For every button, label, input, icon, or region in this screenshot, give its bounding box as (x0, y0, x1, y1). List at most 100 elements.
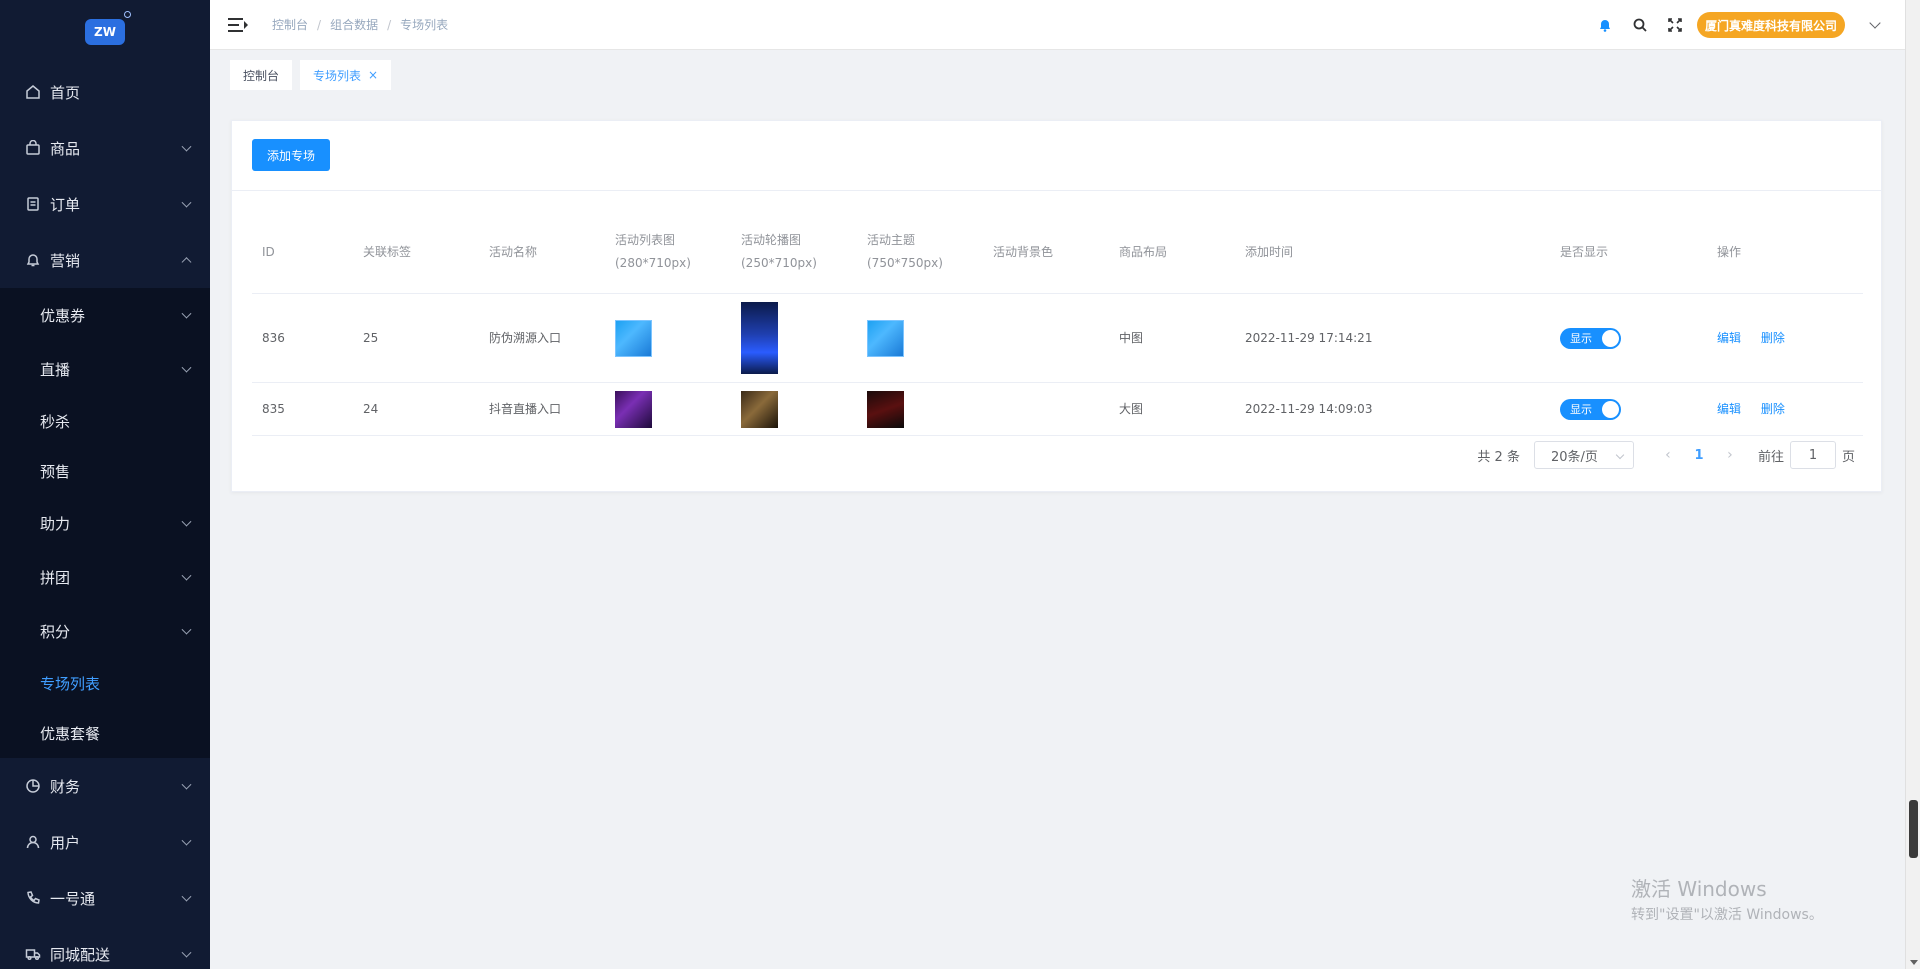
sidebar-item-users[interactable]: 用户 (0, 814, 210, 870)
scroll-down-icon[interactable] (1910, 960, 1918, 965)
notification-bell-icon[interactable] (1595, 15, 1615, 35)
scrollbar-handle[interactable] (1909, 800, 1918, 858)
watermark-title: 激活 Windows (1631, 877, 1767, 901)
delete-link[interactable]: 删除 (1761, 402, 1785, 416)
sidebar-item-label: 助力 (40, 514, 71, 533)
sidebar-item-goods[interactable]: 商品 (0, 120, 210, 176)
sidebar-item-label: 订单 (50, 195, 81, 214)
document-icon (24, 195, 42, 213)
toggle-label: 显示 (1570, 402, 1592, 416)
chevron-down-icon (181, 835, 192, 846)
chevron-down-icon[interactable] (1869, 17, 1881, 29)
sidebar: ZW 首页 商品 订单 营销 优惠券 直播 秒杀 预售 助力 拼团 积分 专场列… (0, 0, 210, 969)
logo[interactable]: ZW (0, 0, 210, 64)
breadcrumb-separator: / (387, 17, 392, 32)
header-actions: 厦门真难度科技有限公司 (1580, 0, 1905, 50)
sidebar-item-assist[interactable]: 助力 (0, 496, 210, 550)
list-image-thumbnail[interactable] (615, 390, 652, 428)
column-header: 活动列表图(280*710px) (615, 233, 691, 270)
logo-badge[interactable]: ZW (85, 11, 131, 45)
fullscreen-icon[interactable] (1665, 15, 1685, 35)
show-toggle[interactable]: 显示 (1560, 327, 1621, 349)
toggle-label: 显示 (1570, 331, 1592, 345)
theme-image-thumbnail[interactable] (867, 390, 904, 428)
list-image-thumbnail[interactable] (615, 319, 652, 357)
carousel-image-thumbnail[interactable] (741, 302, 778, 374)
sidebar-item-yihaotong[interactable]: 一号通 (0, 870, 210, 926)
sidebar-item-presale[interactable]: 预售 (0, 446, 210, 496)
sidebar-item-label: 用户 (50, 833, 81, 852)
sidebar-item-orders[interactable]: 订单 (0, 176, 210, 232)
user-icon (24, 833, 42, 851)
chevron-down-icon (181, 516, 192, 527)
cell-carousel-image (731, 390, 857, 428)
close-icon[interactable]: × (368, 68, 378, 82)
sidebar-item-label: 首页 (50, 83, 81, 102)
menu-toggle-icon[interactable] (228, 17, 248, 33)
sidebar-item-label: 预售 (40, 462, 71, 481)
page-number[interactable]: 1 (1682, 448, 1716, 463)
breadcrumb-item[interactable]: 控制台 (272, 16, 308, 33)
sidebar-item-package[interactable]: 优惠套餐 (0, 708, 210, 758)
sidebar-item-label: 同城配送 (50, 945, 111, 964)
watermark-subtitle: 转到"设置"以激活 Windows。 (1631, 907, 1823, 923)
sidebar-item-label: 优惠套餐 (40, 724, 101, 743)
breadcrumb-item-current: 专场列表 (400, 18, 449, 32)
show-toggle[interactable]: 显示 (1560, 398, 1621, 420)
tag-dashboard[interactable]: 控制台 (230, 60, 293, 90)
sidebar-item-live[interactable]: 直播 (0, 342, 210, 396)
bell-icon (24, 251, 42, 269)
goto-page-input[interactable] (1789, 441, 1836, 469)
delete-link[interactable]: 删除 (1761, 331, 1785, 345)
tag-label: 控制台 (243, 68, 280, 83)
sidebar-item-delivery[interactable]: 同城配送 (0, 926, 210, 969)
cell-tag: 24 (363, 401, 379, 416)
home-icon (24, 83, 42, 101)
sidebar-item-label: 财务 (50, 777, 81, 796)
chevron-down-icon (181, 779, 192, 790)
sidebar-item-home[interactable]: 首页 (0, 64, 210, 120)
edit-link[interactable]: 编辑 (1717, 402, 1741, 416)
sidebar-item-label: 秒杀 (40, 412, 71, 431)
pagination: 共 2 条 20条/页 ‹ 1 › 前往 页 (1477, 441, 1855, 469)
page-size-select[interactable]: 20条/页 (1533, 441, 1634, 469)
edit-link[interactable]: 编辑 (1717, 331, 1741, 345)
cell-list-image (605, 390, 731, 428)
tags-view: 控制台 专场列表 × (210, 51, 1905, 99)
sidebar-item-marketing[interactable]: 营销 (0, 232, 210, 288)
cell-layout: 中图 (1119, 330, 1144, 345)
column-header: 是否显示 (1560, 244, 1609, 259)
sidebar-item-label: 专场列表 (40, 674, 101, 693)
search-icon[interactable] (1630, 15, 1650, 35)
special-table: ID 关联标签 活动名称 活动列表图(280*710px) 活动轮播图(250*… (252, 211, 1863, 436)
column-header: 添加时间 (1245, 244, 1294, 259)
sidebar-item-special-list[interactable]: 专场列表 (0, 658, 210, 708)
chevron-down-icon (181, 308, 192, 319)
breadcrumb-item[interactable]: 组合数据 (330, 16, 378, 33)
tag-special-list[interactable]: 专场列表 × (300, 60, 392, 90)
prev-page-icon[interactable]: ‹ (1654, 441, 1682, 469)
next-page-icon[interactable]: › (1716, 441, 1744, 469)
theme-image-thumbnail[interactable] (867, 319, 904, 357)
sidebar-item-points[interactable]: 积分 (0, 604, 210, 658)
vertical-scrollbar[interactable] (1905, 0, 1920, 969)
sidebar-item-group-buy[interactable]: 拼团 (0, 550, 210, 604)
top-header: 控制台 / 组合数据 / 专场列表 厦门真难度科技有限公司 (210, 0, 1905, 50)
column-header: 关联标签 (363, 244, 412, 259)
company-badge[interactable]: 厦门真难度科技有限公司 (1696, 12, 1845, 38)
pie-chart-icon (24, 777, 42, 795)
add-special-button[interactable]: 添加专场 (252, 139, 331, 171)
sidebar-item-label: 优惠券 (40, 306, 86, 325)
column-header: 操作 (1717, 244, 1742, 259)
sidebar-item-finance[interactable]: 财务 (0, 758, 210, 814)
cell-id: 836 (262, 330, 285, 345)
cell-show: 显示 (1550, 327, 1707, 349)
chevron-down-icon (181, 947, 192, 958)
sidebar-item-coupons[interactable]: 优惠券 (0, 288, 210, 342)
sidebar-item-flash-sale[interactable]: 秒杀 (0, 396, 210, 446)
carousel-image-thumbnail[interactable] (741, 390, 778, 428)
chevron-down-icon (181, 197, 192, 208)
column-header: ID (262, 244, 275, 259)
cell-list-image (605, 319, 731, 357)
cell-time: 2022-11-29 17:14:21 (1245, 330, 1373, 345)
